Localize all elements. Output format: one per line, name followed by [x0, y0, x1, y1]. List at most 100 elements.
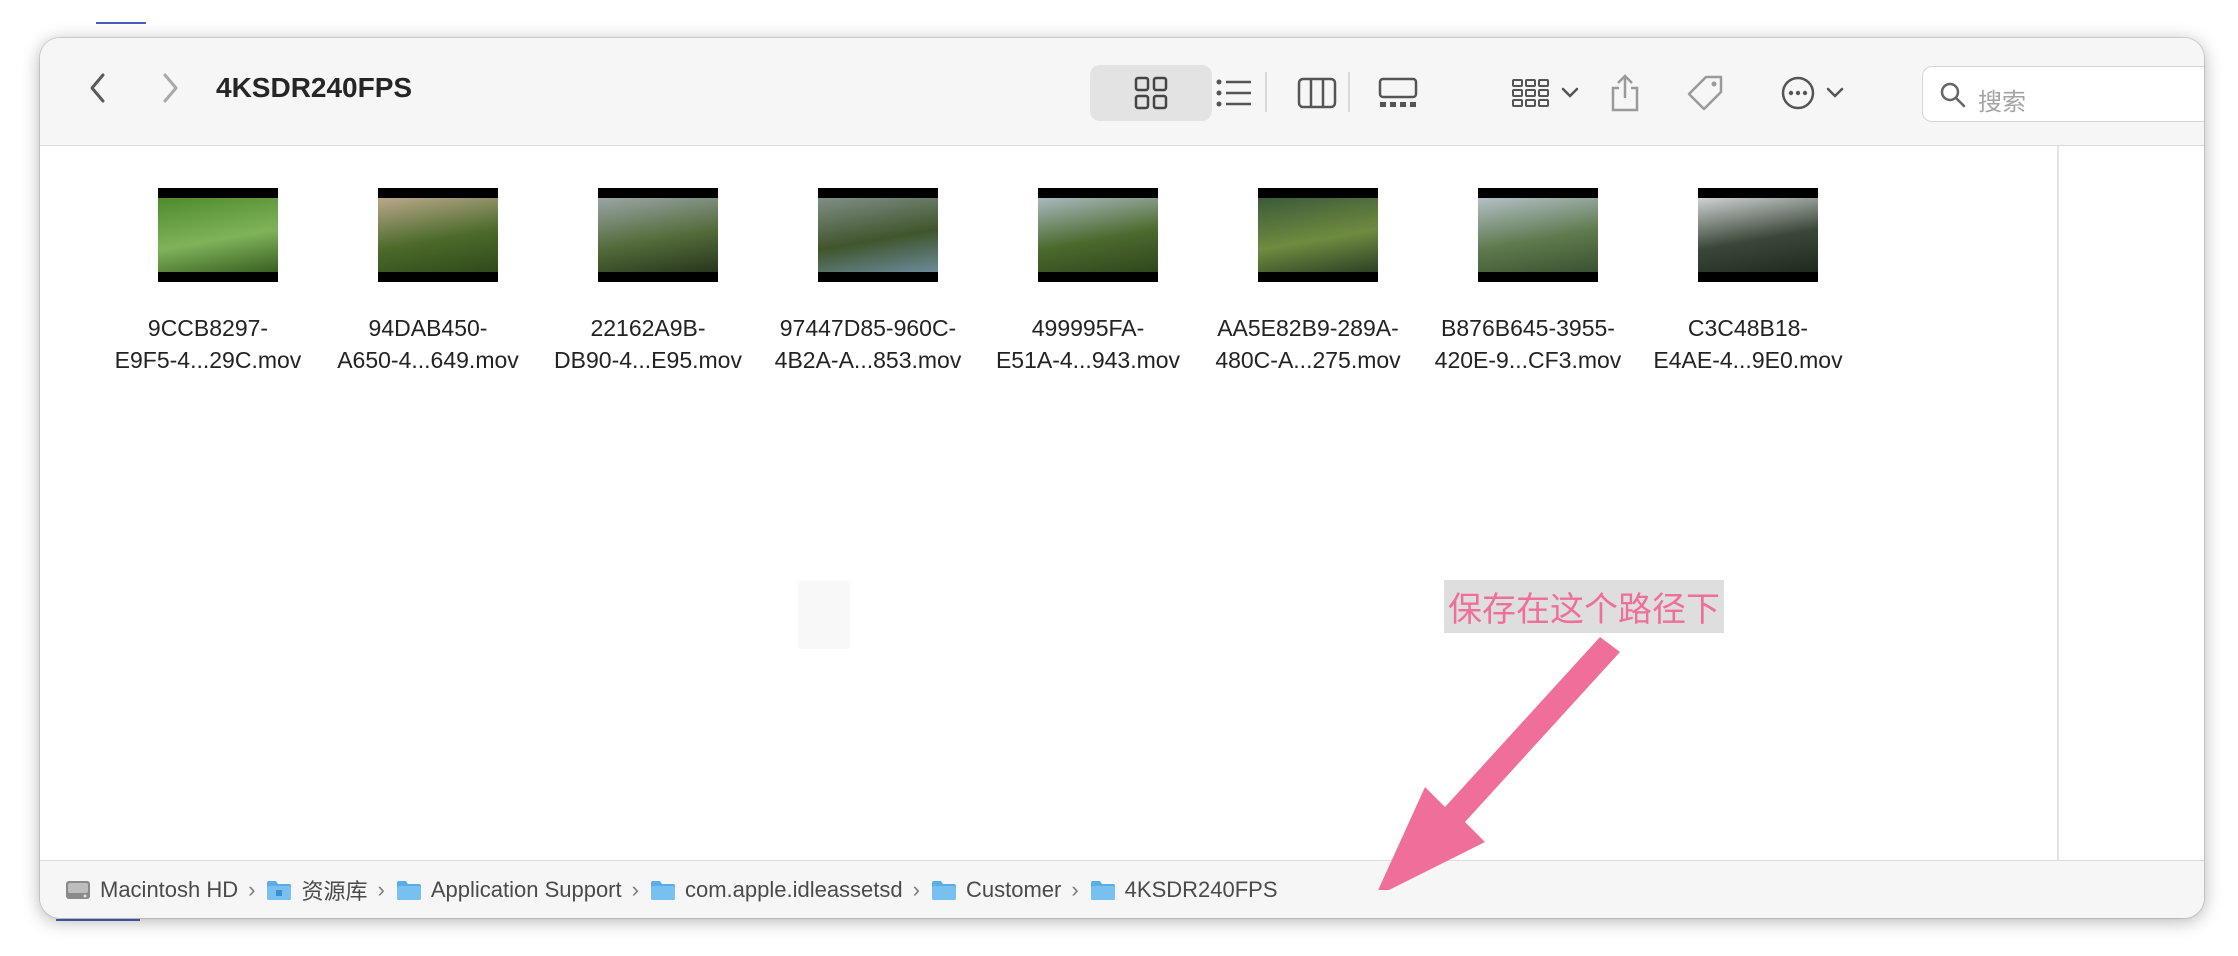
- icon-view-button[interactable]: [1090, 65, 1212, 121]
- group-grid-icon: [1512, 79, 1549, 107]
- chevron-down-icon: [1561, 87, 1579, 98]
- toolbar: 4KSDR240FPS 搜索: [40, 38, 2204, 146]
- video-thumbnail: [1038, 188, 1158, 282]
- file-name: 499995FA- E51A-4...943.mov: [978, 312, 1198, 376]
- video-thumbnail: [1258, 188, 1378, 282]
- search-field[interactable]: 搜索: [1922, 66, 2204, 122]
- background-underline: [96, 14, 146, 24]
- folder-icon: [931, 880, 956, 900]
- video-thumbnail: [818, 188, 938, 282]
- folder-icon: [650, 880, 675, 900]
- thumbnail-image: [378, 198, 498, 272]
- thumbnail-image: [1258, 198, 1378, 272]
- path-crumb-label: Customer: [965, 876, 1062, 902]
- path-crumb[interactable]: 资源库: [265, 874, 368, 906]
- video-thumbnail: [1698, 188, 1818, 282]
- video-thumbnail: [598, 188, 718, 282]
- file-name-line1: B876B645-3955-: [1441, 315, 1615, 341]
- file-name: 9CCB8297- E9F5-4...29C.mov: [98, 312, 318, 376]
- file-name: B876B645-3955- 420E-9...CF3.mov: [1418, 312, 1638, 376]
- screenshot-page: { "window": { "title": "4KSDR240FPS", "n…: [0, 0, 2238, 956]
- thumbnail-image: [1478, 198, 1598, 272]
- library-folder-icon: [267, 880, 292, 900]
- thumbnail-image: [598, 198, 718, 272]
- ellipsis-circle-icon: [1781, 76, 1815, 110]
- file-name-line1: 22162A9B-: [590, 315, 706, 341]
- path-crumb[interactable]: Macintosh HD: [64, 877, 238, 903]
- chevron-right-icon: ›: [912, 876, 920, 902]
- path-crumb-label: Macintosh HD: [100, 876, 239, 902]
- annotation-arrow: [1378, 637, 1620, 890]
- file-name-line2: A650-4...649.mov: [337, 347, 519, 373]
- share-icon: [1611, 74, 1639, 112]
- forward-button[interactable]: [150, 68, 190, 108]
- finder-window: 4KSDR240FPS 搜索 9CCB8297- E9F5-4...29C.mo…: [40, 38, 2204, 918]
- folder-icon: [1090, 880, 1115, 900]
- hard-drive-icon: [66, 880, 90, 899]
- path-crumb-label: com.apple.idleassetsd: [684, 876, 903, 902]
- file-name-line1: 499995FA-: [1031, 315, 1145, 341]
- thumbnail-image: [1038, 198, 1158, 272]
- file-name-line1: 9CCB8297-: [147, 315, 269, 341]
- thumbnail-image: [1698, 198, 1818, 272]
- path-crumb[interactable]: Customer: [930, 877, 1061, 903]
- back-button[interactable]: [78, 68, 118, 108]
- file-name-line2: DB90-4...E95.mov: [554, 347, 742, 373]
- file-name-line1: AA5E82B9-289A-: [1217, 315, 1399, 341]
- toolbar-separator: [1265, 72, 1267, 112]
- preview-divider[interactable]: [2057, 146, 2059, 860]
- file-name-line2: E51A-4...943.mov: [995, 347, 1181, 373]
- share-button[interactable]: [1600, 68, 1650, 118]
- list-view-button[interactable]: [1206, 68, 1262, 118]
- file-name: 94DAB450- A650-4...649.mov: [318, 312, 538, 376]
- more-actions-button[interactable]: [1762, 68, 1862, 118]
- path-crumb[interactable]: Application Support: [395, 877, 622, 903]
- file-name-line2: 480C-A...275.mov: [1215, 347, 1401, 373]
- grid-icon: [1134, 76, 1168, 110]
- file-name: AA5E82B9-289A- 480C-A...275.mov: [1198, 312, 1418, 376]
- columns-icon: [1297, 77, 1337, 109]
- path-crumb-label: 资源库: [301, 878, 368, 904]
- path-bar: Macintosh HD › 资源库 › Application Support › com…: [40, 860, 2204, 918]
- chevron-left-icon: [90, 73, 105, 103]
- search-icon: [1940, 82, 1966, 108]
- file-name-line2: 4B2A-A...853.mov: [774, 347, 962, 373]
- file-name: 97447D85-960C- 4B2A-A...853.mov: [758, 312, 978, 376]
- folder-icon: [396, 880, 421, 900]
- list-icon: [1216, 79, 1251, 107]
- chevron-right-icon: ›: [1071, 876, 1079, 902]
- path-crumb-label: 4KSDR240FPS: [1124, 876, 1278, 902]
- path-crumb-label: Application Support: [430, 876, 622, 902]
- tag-button[interactable]: [1680, 68, 1730, 118]
- gallery-icon: [1378, 77, 1418, 107]
- file-name-line2: 420E-9...CF3.mov: [1434, 347, 1622, 373]
- thumbnail-image: [158, 198, 278, 272]
- drag-ghost: [798, 581, 850, 649]
- file-name-line2: E9F5-4...29C.mov: [114, 347, 302, 373]
- file-name-line1: C3C48B18-: [1687, 315, 1809, 341]
- file-name-line1: 94DAB450-: [368, 315, 488, 341]
- file-name-line1: 97447D85-960C-: [779, 315, 957, 341]
- path-crumb[interactable]: 4KSDR240FPS: [1089, 877, 1278, 903]
- column-view-button[interactable]: [1289, 68, 1345, 118]
- group-button[interactable]: [1490, 68, 1600, 118]
- chevron-right-icon: ›: [248, 876, 256, 902]
- file-name-line2: E4AE-4...9E0.mov: [1653, 347, 1843, 373]
- chevron-right-icon: [163, 73, 178, 103]
- search-placeholder: 搜索: [1978, 89, 2026, 116]
- chevron-right-icon: ›: [377, 876, 385, 902]
- video-thumbnail: [158, 188, 278, 282]
- window-title: 4KSDR240FPS: [216, 72, 413, 103]
- toolbar-separator: [1348, 72, 1350, 112]
- chevron-down-icon: [1826, 87, 1844, 98]
- gallery-view-button[interactable]: [1370, 68, 1426, 118]
- chevron-right-icon: ›: [631, 876, 639, 902]
- video-thumbnail: [1478, 188, 1598, 282]
- tag-icon: [1687, 75, 1723, 111]
- video-thumbnail: [378, 188, 498, 282]
- annotation-text: 保存在这个路径下: [1444, 580, 1724, 633]
- thumbnail-image: [818, 198, 938, 272]
- file-name: C3C48B18- E4AE-4...9E0.mov: [1638, 312, 1858, 376]
- path-crumb[interactable]: com.apple.idleassetsd: [649, 877, 903, 903]
- file-name: 22162A9B- DB90-4...E95.mov: [538, 312, 758, 376]
